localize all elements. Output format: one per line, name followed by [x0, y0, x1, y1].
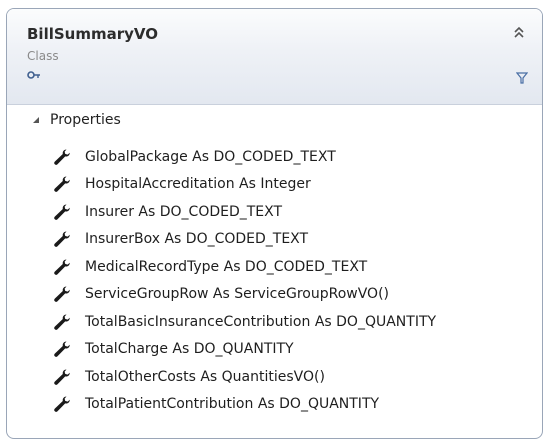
property-item[interactable]: InsurerBox As DO_CODED_TEXT	[53, 226, 436, 254]
wrench-icon	[54, 176, 70, 193]
property-text: TotalCharge As DO_QUANTITY	[85, 341, 294, 358]
class-name[interactable]: BillSummaryVO	[27, 25, 158, 43]
property-text: TotalPatientContribution As DO_QUANTITY	[85, 396, 380, 413]
wrench-icon	[54, 396, 70, 413]
double-chevron-up-icon[interactable]	[512, 25, 526, 41]
property-item[interactable]: GlobalPackage As DO_CODED_TEXT	[53, 143, 436, 171]
wrench-icon	[54, 259, 70, 275]
property-text: Insurer As DO_CODED_TEXT	[85, 203, 283, 220]
properties-label: Properties	[50, 112, 121, 128]
property-item[interactable]: TotalBasicInsuranceContribution As DO_QU…	[53, 308, 436, 336]
property-list: GlobalPackage As DO_CODED_TEXT HospitalAc…	[53, 143, 436, 418]
wrench-icon	[54, 314, 70, 330]
key-icon	[27, 71, 40, 79]
property-text: HospitalAccreditation As Integer	[85, 176, 311, 193]
wrench-icon	[54, 231, 70, 248]
property-item[interactable]: TotalPatientContribution As DO_QUANTITY	[53, 391, 436, 419]
wrench-icon	[54, 286, 70, 303]
property-text: InsurerBox As DO_CODED_TEXT	[85, 231, 309, 248]
wrench-icon	[54, 149, 70, 165]
filter-icon[interactable]	[516, 72, 528, 84]
property-text: ServiceGroupRow As ServiceGroupRowVO()	[85, 286, 390, 303]
expanded-triangle-icon[interactable]	[31, 115, 41, 125]
wrench-icon	[54, 369, 70, 385]
class-stereotype: Class	[27, 49, 59, 63]
property-text: MedicalRecordType As DO_CODED_TEXT	[85, 258, 368, 275]
property-text: TotalBasicInsuranceContribution As DO_QU…	[85, 313, 437, 330]
property-item[interactable]: Insurer As DO_CODED_TEXT	[53, 198, 436, 226]
wrench-icon	[54, 204, 70, 220]
property-item[interactable]: TotalOtherCosts As QuantitiesVO()	[53, 363, 436, 391]
property-item[interactable]: ServiceGroupRow As ServiceGroupRowVO()	[53, 281, 436, 309]
wrench-icon	[54, 341, 70, 358]
property-text: TotalOtherCosts As QuantitiesVO()	[85, 368, 325, 385]
property-item[interactable]: HospitalAccreditation As Integer	[53, 171, 436, 199]
class-header: BillSummaryVO Class	[7, 9, 542, 105]
class-shape[interactable]: BillSummaryVO Class Properties GlobalPac…	[6, 8, 543, 439]
property-text: GlobalPackage As DO_CODED_TEXT	[85, 148, 336, 165]
property-item[interactable]: TotalCharge As DO_QUANTITY	[53, 336, 436, 364]
properties-header[interactable]: Properties	[31, 109, 121, 131]
property-item[interactable]: MedicalRecordType As DO_CODED_TEXT	[53, 253, 436, 281]
